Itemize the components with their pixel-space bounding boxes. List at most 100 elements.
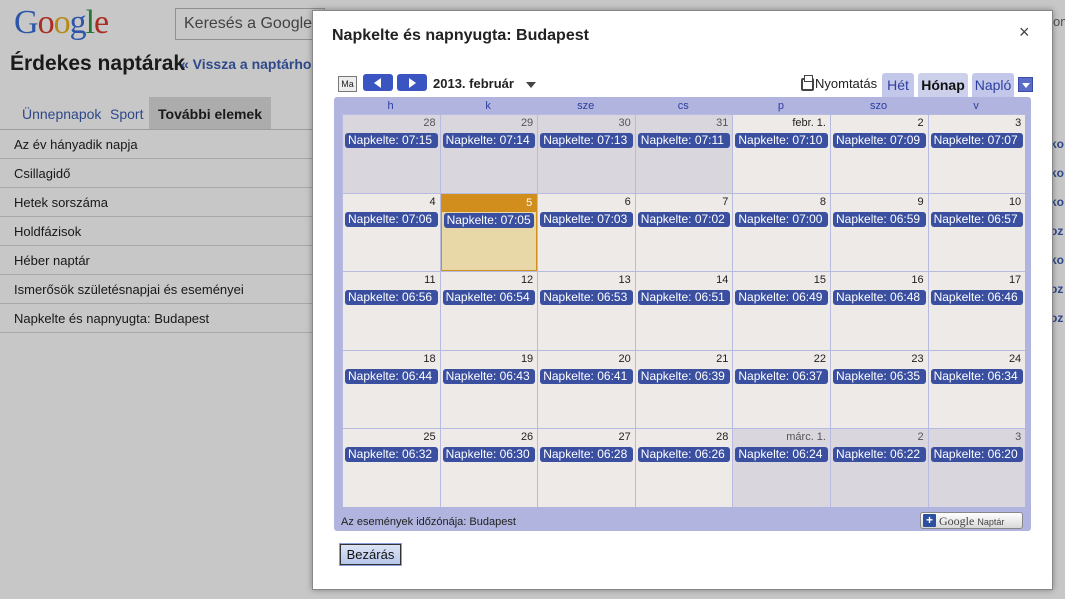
day-number[interactable]: 27 (619, 431, 631, 443)
day-number[interactable]: 24 (1009, 353, 1021, 365)
day-number[interactable]: 14 (716, 274, 728, 286)
sunrise-event[interactable]: Napkelte: 06:26 (637, 447, 731, 463)
day-number[interactable]: 16 (911, 274, 923, 286)
day-cell[interactable]: 18 Napkelte: 06:44 (343, 350, 440, 429)
day-cell[interactable]: 25 Napkelte: 06:32 (343, 429, 440, 507)
day-number[interactable]: márc. 1. (786, 431, 826, 443)
view-dropdown-icon[interactable] (1018, 77, 1033, 92)
day-number[interactable]: 7 (722, 196, 728, 208)
sunrise-event[interactable]: Napkelte: 07:06 (345, 211, 438, 227)
sunrise-event[interactable]: Napkelte: 06:53 (540, 290, 633, 306)
day-number[interactable]: febr. 1. (792, 117, 826, 129)
day-number[interactable]: 21 (716, 353, 728, 365)
day-number[interactable]: 19 (521, 353, 533, 365)
day-cell[interactable]: 22 Napkelte: 06:37 (733, 350, 830, 429)
day-cell[interactable]: 23 Napkelte: 06:35 (831, 350, 928, 429)
sunrise-event[interactable]: Napkelte: 06:56 (345, 290, 438, 306)
sunrise-event[interactable]: Napkelte: 07:13 (540, 133, 633, 148)
day-cell[interactable]: 2 Napkelte: 07:09 (831, 115, 928, 193)
sunrise-event[interactable]: Napkelte: 06:48 (833, 290, 926, 306)
day-number[interactable]: 29 (521, 117, 533, 129)
day-cell[interactable]: 2 Napkelte: 06:22 (831, 429, 928, 507)
chevron-down-icon[interactable] (526, 82, 536, 88)
day-cell[interactable]: 24 Napkelte: 06:34 (928, 350, 1026, 429)
day-cell[interactable]: 17 Napkelte: 06:46 (928, 272, 1026, 350)
day-number[interactable]: 2 (917, 431, 923, 443)
sunrise-event[interactable]: Napkelte: 06:35 (833, 368, 926, 384)
day-cell[interactable]: febr. 1. Napkelte: 07:10 (733, 115, 830, 193)
sunrise-event[interactable]: Napkelte: 07:15 (345, 133, 438, 148)
printer-icon[interactable] (801, 75, 814, 91)
day-cell[interactable]: márc. 1. Napkelte: 06:24 (733, 429, 830, 507)
sunrise-event[interactable]: Napkelte: 07:07 (930, 133, 1024, 148)
day-cell[interactable]: 4 Napkelte: 07:06 (343, 193, 440, 272)
day-number[interactable]: 9 (917, 196, 923, 208)
day-number[interactable]: 31 (716, 117, 728, 129)
day-number[interactable]: 8 (820, 196, 826, 208)
tab-agenda[interactable]: Napló (972, 73, 1014, 97)
day-number[interactable]: 18 (423, 353, 435, 365)
sunrise-event[interactable]: Napkelte: 06:34 (930, 368, 1024, 384)
day-number[interactable]: 11 (424, 274, 435, 286)
sunrise-event[interactable]: Napkelte: 07:14 (442, 133, 536, 148)
day-number[interactable]: 30 (619, 117, 631, 129)
sunrise-event[interactable]: Napkelte: 06:41 (540, 368, 633, 384)
day-number[interactable]: 6 (625, 196, 631, 208)
tab-month[interactable]: Hónap (918, 73, 968, 97)
close-button[interactable]: Bezárás (340, 544, 401, 565)
day-number[interactable]: 3 (1015, 431, 1021, 443)
day-number[interactable]: 28 (423, 117, 435, 129)
day-number[interactable]: 13 (619, 274, 631, 286)
sunrise-event[interactable]: Napkelte: 07:11 (637, 133, 731, 148)
sunrise-event[interactable]: Napkelte: 07:10 (735, 133, 828, 148)
sunrise-event[interactable]: Napkelte: 07:00 (735, 211, 828, 227)
sunrise-event[interactable]: Napkelte: 06:49 (735, 290, 828, 306)
day-cell[interactable]: 28 Napkelte: 06:26 (635, 429, 733, 507)
day-number[interactable]: 28 (716, 431, 728, 443)
day-cell[interactable]: 3 Napkelte: 07:07 (928, 115, 1026, 193)
day-number[interactable]: 4 (429, 196, 435, 208)
day-number[interactable]: 25 (423, 431, 435, 443)
day-cell[interactable]: 14 Napkelte: 06:51 (635, 272, 733, 350)
add-to-google-calendar-button[interactable]: + Google Naptár (920, 512, 1023, 529)
day-cell[interactable]: 15 Napkelte: 06:49 (733, 272, 830, 350)
print-link[interactable]: Nyomtatás (815, 76, 877, 91)
today-button[interactable]: Ma (338, 76, 357, 92)
day-number[interactable]: 2 (917, 117, 923, 129)
sunrise-event[interactable]: Napkelte: 07:09 (833, 133, 926, 148)
day-cell[interactable]: 21 Napkelte: 06:39 (635, 350, 733, 429)
sunrise-event[interactable]: Napkelte: 06:32 (345, 447, 438, 463)
day-cell[interactable]: 20 Napkelte: 06:41 (538, 350, 635, 429)
day-number[interactable]: 26 (521, 431, 533, 443)
prev-month-button[interactable] (363, 74, 393, 91)
day-cell[interactable]: 10 Napkelte: 06:57 (928, 193, 1026, 272)
sunrise-event[interactable]: Napkelte: 06:59 (833, 211, 926, 227)
day-cell[interactable]: 3 Napkelte: 06:20 (928, 429, 1026, 507)
day-number[interactable]: 12 (521, 274, 533, 286)
sunrise-event[interactable]: Napkelte: 06:39 (637, 368, 731, 384)
day-cell[interactable]: 8 Napkelte: 07:00 (733, 193, 830, 272)
sunrise-event[interactable]: Napkelte: 07:03 (540, 211, 633, 227)
day-cell[interactable]: 26 Napkelte: 06:30 (440, 429, 538, 507)
sunrise-event[interactable]: Napkelte: 06:37 (735, 368, 828, 384)
month-label[interactable]: 2013. február (433, 76, 514, 91)
day-cell[interactable]: 9 Napkelte: 06:59 (831, 193, 928, 272)
day-cell[interactable]: 19 Napkelte: 06:43 (440, 350, 538, 429)
sunrise-event[interactable]: Napkelte: 06:51 (637, 290, 731, 306)
day-cell[interactable]: 31 Napkelte: 07:11 (635, 115, 733, 193)
day-number[interactable]: 15 (814, 274, 826, 286)
day-cell[interactable]: 28 Napkelte: 07:15 (343, 115, 440, 193)
sunrise-event[interactable]: Napkelte: 06:30 (442, 447, 536, 463)
sunrise-event[interactable]: Napkelte: 06:54 (442, 290, 536, 306)
sunrise-event[interactable]: Napkelte: 06:57 (930, 211, 1024, 227)
day-cell-today[interactable]: 5 Napkelte: 07:05 (440, 193, 538, 272)
day-cell[interactable]: 30 Napkelte: 07:13 (538, 115, 635, 193)
sunrise-event[interactable]: Napkelte: 06:28 (540, 447, 633, 463)
day-cell[interactable]: 13 Napkelte: 06:53 (538, 272, 635, 350)
close-icon[interactable]: × (1019, 22, 1030, 43)
tab-week[interactable]: Hét (882, 73, 914, 97)
day-number[interactable]: 23 (911, 353, 923, 365)
day-number[interactable]: 22 (814, 353, 826, 365)
day-cell[interactable]: 11 Napkelte: 06:56 (343, 272, 440, 350)
day-cell[interactable]: 29 Napkelte: 07:14 (440, 115, 538, 193)
